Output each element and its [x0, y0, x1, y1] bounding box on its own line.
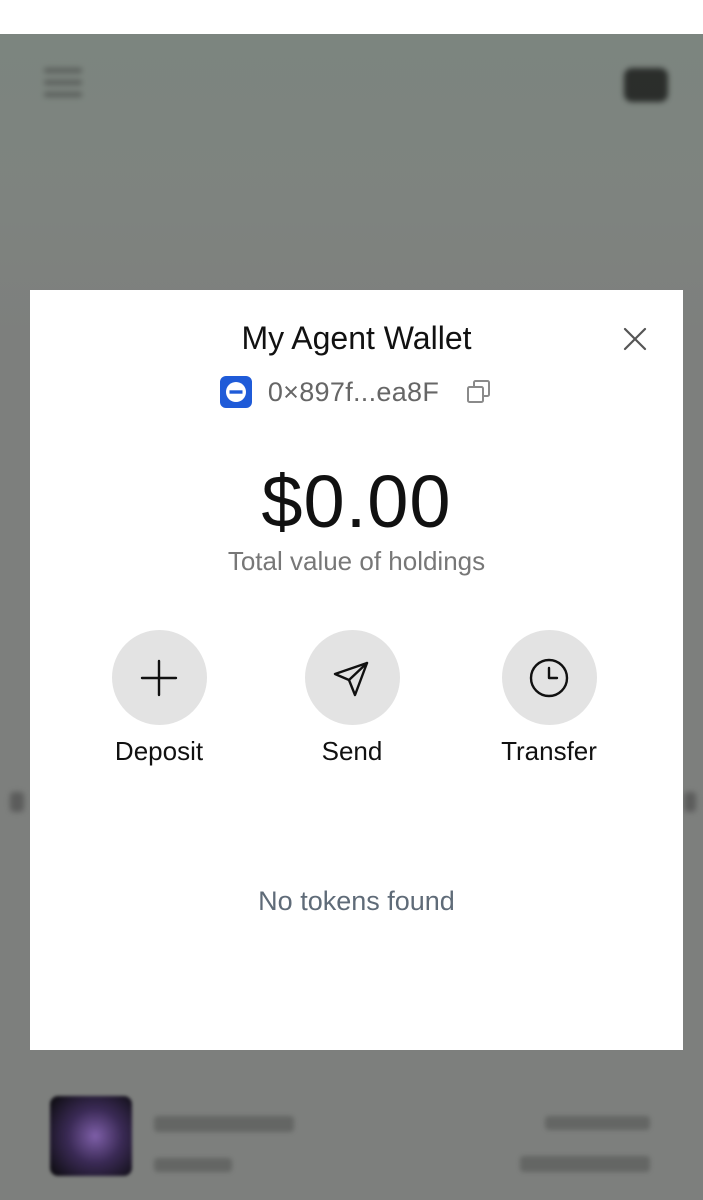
plus-icon: [140, 659, 178, 696]
clock-icon: [529, 658, 569, 697]
modal-title: My Agent Wallet: [241, 320, 472, 356]
background-blurred-line: [545, 1116, 650, 1130]
transfer-circle: [501, 630, 597, 725]
status-bar: [0, 0, 703, 34]
deposit-label: Deposit: [114, 736, 204, 766]
wallet-modal: My Agent Wallet 0×897f...ea8F $0.00 Tota…: [30, 290, 683, 1050]
transfer-button[interactable]: Transfer: [469, 630, 629, 767]
background-header-area: [0, 34, 703, 334]
send-button[interactable]: Send: [272, 630, 432, 767]
send-label: Send: [321, 736, 383, 766]
total-balance-label: Total value of holdings: [227, 546, 486, 576]
wallet-icon: [624, 68, 668, 102]
send-circle: [304, 630, 400, 725]
deposit-circle: [111, 630, 207, 725]
background-edge-marker: [10, 792, 24, 812]
close-button[interactable]: [620, 324, 650, 354]
close-icon: [623, 327, 647, 351]
background-list-thumbnail: [50, 1096, 132, 1176]
send-icon: [333, 661, 369, 696]
background-blurred-line: [154, 1158, 232, 1172]
background-list-item: [50, 1096, 670, 1186]
wallet-address-row: 0×897f...ea8F: [30, 374, 683, 410]
transfer-label: Transfer: [501, 736, 597, 766]
menu-icon: [44, 68, 82, 100]
background-blurred-line: [520, 1156, 650, 1172]
empty-state-message: No tokens found: [258, 886, 455, 916]
total-balance: $0.00: [261, 460, 452, 543]
wallet-address: 0×897f...ea8F: [267, 376, 440, 407]
deposit-button[interactable]: Deposit: [79, 630, 239, 767]
background-blurred-line: [154, 1116, 294, 1132]
copy-icon[interactable]: [465, 378, 493, 406]
background-edge-marker: [684, 792, 696, 812]
chain-logo-icon: [219, 376, 252, 408]
